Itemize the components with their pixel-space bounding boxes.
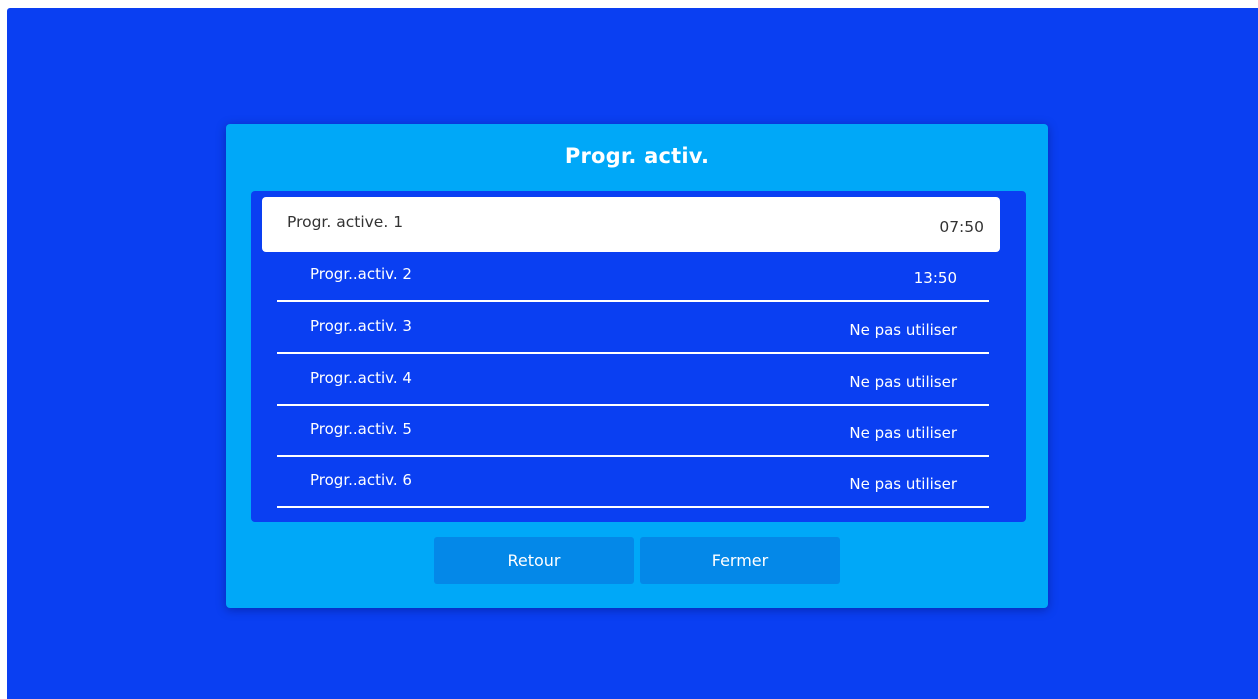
list-item-label: Progr..activ. 6 — [310, 471, 412, 489]
back-button[interactable]: Retour — [434, 537, 634, 584]
list-item-program-4[interactable]: Progr..activ. 4 Ne pas utiliser — [277, 356, 989, 406]
list-item-value: Ne pas utiliser — [849, 475, 957, 493]
program-activation-dialog: Progr. activ. Progr. active. 1 07:50 Pro… — [226, 124, 1048, 608]
list-item-program-6[interactable]: Progr..activ. 6 Ne pas utiliser — [277, 458, 989, 508]
list-item-label: Progr..activ. 5 — [310, 420, 412, 438]
list-item-value: 13:50 — [913, 269, 957, 287]
list-item-value: Ne pas utiliser — [849, 424, 957, 442]
list-item-label: Progr..activ. 4 — [310, 369, 412, 387]
dialog-title: Progr. activ. — [564, 144, 710, 168]
list-item-label: Progr..activ. 3 — [310, 317, 412, 335]
screen-background: Progr. activ. Progr. active. 1 07:50 Pro… — [7, 8, 1258, 699]
list-item-program-1[interactable]: Progr. active. 1 07:50 — [262, 197, 1000, 252]
list-item-value: 07:50 — [939, 217, 984, 236]
list-item-value: Ne pas utiliser — [849, 373, 957, 391]
dialog-button-bar: Retour Fermer — [434, 537, 844, 585]
list-item-program-5[interactable]: Progr..activ. 5 Ne pas utiliser — [277, 407, 989, 457]
program-list: Progr. active. 1 07:50 Progr..activ. 2 1… — [251, 191, 1026, 522]
list-item-label: Progr. active. 1 — [287, 212, 404, 231]
close-button[interactable]: Fermer — [640, 537, 840, 584]
list-item-value: Ne pas utiliser — [849, 321, 957, 339]
list-item-program-2[interactable]: Progr..activ. 2 13:50 — [277, 252, 989, 302]
list-item-label: Progr..activ. 2 — [310, 265, 412, 283]
list-item-program-3[interactable]: Progr..activ. 3 Ne pas utiliser — [277, 304, 989, 354]
